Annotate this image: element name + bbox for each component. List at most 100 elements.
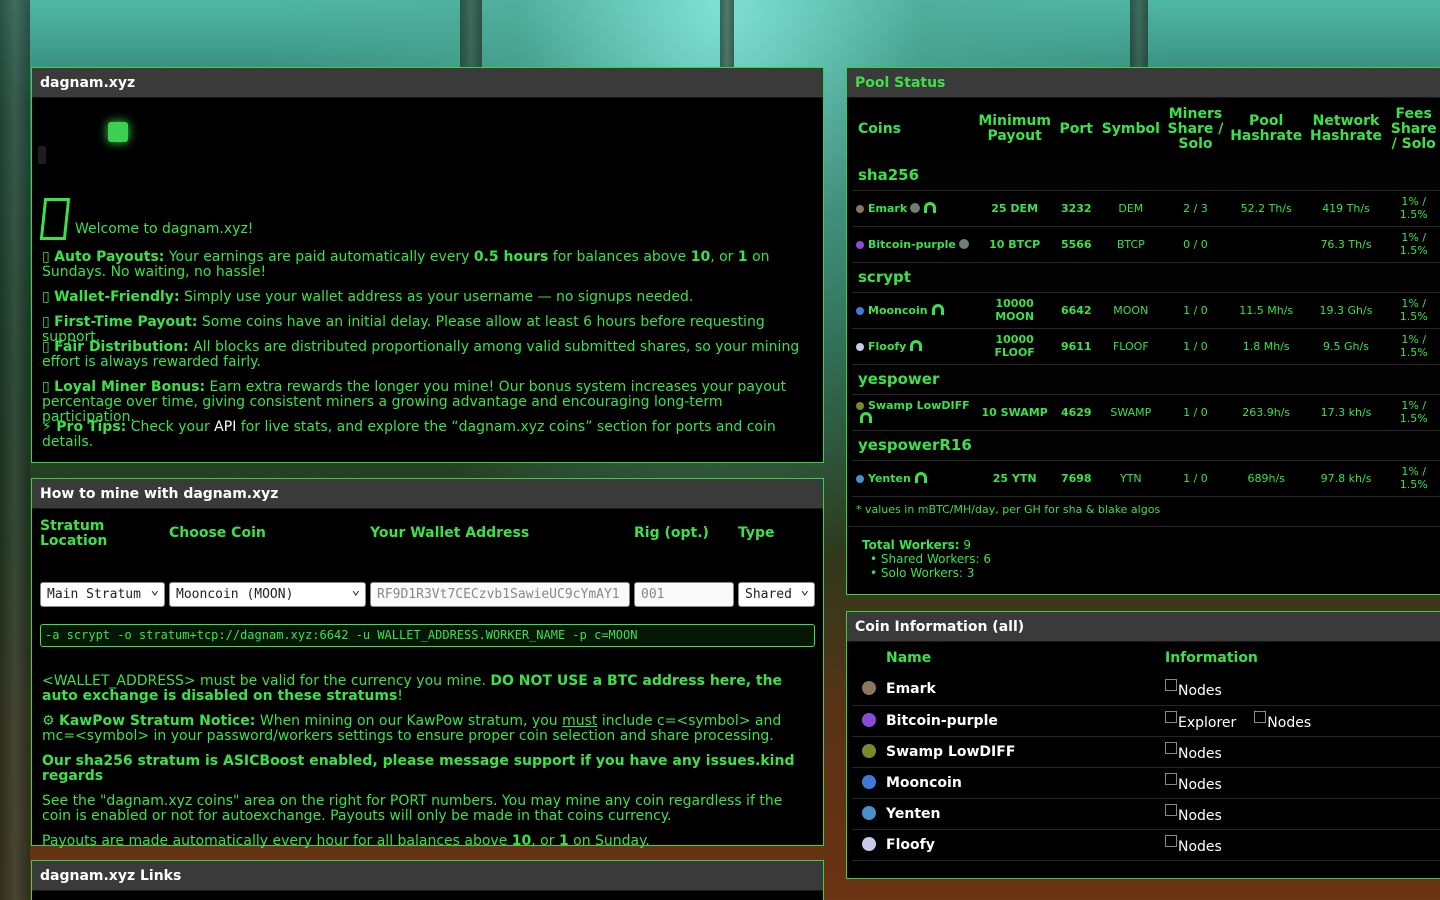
pool-status-table: Coins Minimum Payout Port Symbol Miners …: [852, 98, 1440, 497]
swamp-icon: [862, 743, 876, 758]
mooncoin-icon: [856, 306, 864, 315]
feature-icon: ▯: [42, 339, 50, 355]
ports-note: See the "dagnam.xyz coins" area on the r…: [42, 793, 783, 824]
col-port: Port: [1059, 120, 1093, 137]
table-row[interactable]: Mooncoin 10000 MOON 6642 MOON 1 / 0 11.5…: [852, 292, 1440, 329]
mining-pick-icon: [39, 198, 71, 240]
mining-command-field[interactable]: -a scrypt -o stratum+tcp://dagnam.xyz:66…: [40, 624, 815, 647]
feature-icon: ▯: [42, 249, 50, 265]
type-select[interactable]: Shared: [738, 582, 815, 607]
support-icon: [910, 339, 923, 351]
coin-info-title: Coin Information (all): [847, 612, 1440, 642]
coin-info-row[interactable]: Swamp LowDIFF Nodes: [852, 736, 1440, 768]
yenten-icon: [856, 474, 864, 483]
coin-info-panel: Coin Information (all) Name Information …: [846, 611, 1440, 879]
nodes-link[interactable]: Nodes: [1165, 746, 1222, 762]
coin-info-row[interactable]: Emark Nodes: [852, 674, 1440, 706]
emark-icon: [856, 204, 864, 213]
pool-status-panel: Pool Status Coins Minimum Payout Port Sy…: [846, 67, 1440, 595]
table-row[interactable]: Yenten 25 YTN 7698 YTN 1 / 0 689h/s 97.8…: [852, 460, 1440, 497]
mooncoin-icon: [862, 774, 876, 789]
wallet-address-input[interactable]: RF9D1R3Vt7CECzvb1SawieUC9cYmAY1: [370, 582, 630, 607]
floofy-icon: [856, 342, 864, 351]
algo-row-scrypt: scrypt: [852, 262, 1440, 293]
col-miners: Miners Share / Solo: [1167, 105, 1224, 152]
lightning-icon: ⚡: [42, 419, 52, 435]
status-light-icon: [108, 122, 128, 142]
rig-input[interactable]: 001: [634, 582, 734, 607]
col-min-payout: Minimum Payout: [978, 113, 1051, 144]
feature-icon: ▯: [42, 314, 50, 330]
welcome-panel: dagnam.xyz Welcome to dagnam.xyz! ▯ Auto…: [31, 67, 824, 463]
col-symbol: Symbol: [1101, 120, 1160, 137]
verified-icon: [958, 238, 969, 249]
asicboost-notice: Our sha256 stratum is ASICBoost enabled,…: [42, 753, 795, 784]
algo-row-sha256: sha256: [852, 160, 1440, 191]
pool-footnote: * values in mBTC/MH/day, per GH for sha …: [856, 503, 1161, 516]
welcome-panel-title: dagnam.xyz: [32, 68, 823, 98]
scroll-handle[interactable]: [38, 146, 46, 164]
how-to-mine-title: How to mine with dagnam.xyz: [32, 479, 823, 509]
feature-auto-payouts: ▯ Auto Payouts: Your earnings are paid a…: [42, 249, 770, 280]
table-row[interactable]: Emark 25 DEM 3232 DEM 2 / 3 52.2 Th/s 41…: [852, 190, 1440, 227]
coin-info-row[interactable]: Yenten Nodes: [852, 798, 1440, 830]
divider: [847, 526, 1440, 527]
feature-icon: ▯: [42, 289, 50, 305]
support-icon: [914, 471, 927, 483]
verified-icon: [910, 202, 921, 213]
stratum-select[interactable]: Main Stratum: [40, 582, 165, 607]
floofy-icon: [862, 836, 876, 851]
algo-row-yespower: yespower: [852, 364, 1440, 395]
rig-label: Rig (opt.): [634, 525, 709, 541]
kawpow-notice: ⚙ KawPow Stratum Notice: When mining on …: [42, 713, 782, 744]
nodes-link[interactable]: Nodes: [1165, 683, 1222, 699]
feature-fair-distribution: ▯ Fair Distribution: All blocks are dist…: [42, 339, 800, 370]
coin-info-row[interactable]: Bitcoin-purple Explorer Nodes: [852, 705, 1440, 737]
type-label: Type: [738, 525, 775, 541]
coin-info-row[interactable]: Floofy Nodes: [852, 829, 1440, 861]
links-panel-title: dagnam.xyz Links: [32, 861, 823, 891]
coin-select[interactable]: Mooncoin (MOON): [169, 582, 366, 607]
col-fees: Fees Share / Solo: [1390, 105, 1437, 152]
yenten-icon: [862, 805, 876, 820]
coin-info-row[interactable]: Mooncoin Nodes: [852, 767, 1440, 799]
emark-icon: [862, 681, 876, 696]
gear-icon: ⚙: [42, 713, 55, 729]
nodes-link[interactable]: Nodes: [1165, 839, 1222, 855]
table-row[interactable]: Swamp LowDIFF 10 SWAMP 4629 SWAMP 1 / 0 …: [852, 394, 1440, 431]
algo-row-yespowerr16: yespowerR16: [852, 430, 1440, 461]
nodes-link[interactable]: Nodes: [1254, 715, 1311, 731]
how-to-mine-panel: How to mine with dagnam.xyz Stratum Loca…: [31, 478, 824, 849]
col-information: Information: [1165, 650, 1258, 666]
table-row[interactable]: Floofy 10000 FLOOF 9611 FLOOF 1 / 0 1.8 …: [852, 328, 1440, 365]
pool-status-title: Pool Status: [847, 68, 1440, 98]
bitcoin-purple-icon: [856, 240, 864, 249]
feature-pro-tips: ⚡ Pro Tips: Check your API for live stat…: [42, 419, 776, 450]
nodes-link[interactable]: Nodes: [1165, 777, 1222, 793]
col-network-hashrate: Network Hashrate: [1310, 113, 1383, 144]
nodes-link[interactable]: Nodes: [1165, 808, 1222, 824]
api-link[interactable]: API: [214, 419, 236, 435]
welcome-text: Welcome to dagnam.xyz!: [75, 221, 254, 237]
feature-wallet-friendly: ▯ Wallet-Friendly: Simply use your walle…: [42, 289, 694, 305]
wallet-address-label: Your Wallet Address: [370, 525, 530, 541]
col-name: Name: [886, 650, 932, 666]
support-icon: [931, 303, 944, 315]
explorer-link[interactable]: Explorer: [1165, 715, 1236, 731]
coin-info-table: Name Information Emark Nodes Bitcoin-pur…: [852, 642, 1440, 861]
col-pool-hashrate: Pool Hashrate: [1230, 113, 1303, 144]
worker-summary: Total Workers: 9 • Shared Workers: 6 • S…: [862, 538, 991, 580]
welcome-content: Welcome to dagnam.xyz! ▯ Auto Payouts: Y…: [32, 98, 823, 460]
choose-coin-label: Choose Coin: [169, 525, 266, 541]
support-icon: [924, 201, 937, 213]
wallet-address-note: <WALLET_ADDRESS> must be valid for the c…: [42, 673, 783, 704]
bitcoin-purple-icon: [862, 712, 876, 727]
support-icon: [860, 412, 872, 423]
links-panel: dagnam.xyz Links: [31, 860, 824, 900]
col-coins: Coins: [858, 120, 901, 137]
swamp-icon: [856, 402, 864, 410]
feature-icon: ▯: [42, 379, 50, 395]
payout-note: Payouts are made automatically every hou…: [42, 833, 650, 849]
stratum-location-label: Stratum Location: [40, 518, 108, 549]
table-row[interactable]: Bitcoin-purple 10 BTCP 5566 BTCP 0 / 0 7…: [852, 226, 1440, 263]
